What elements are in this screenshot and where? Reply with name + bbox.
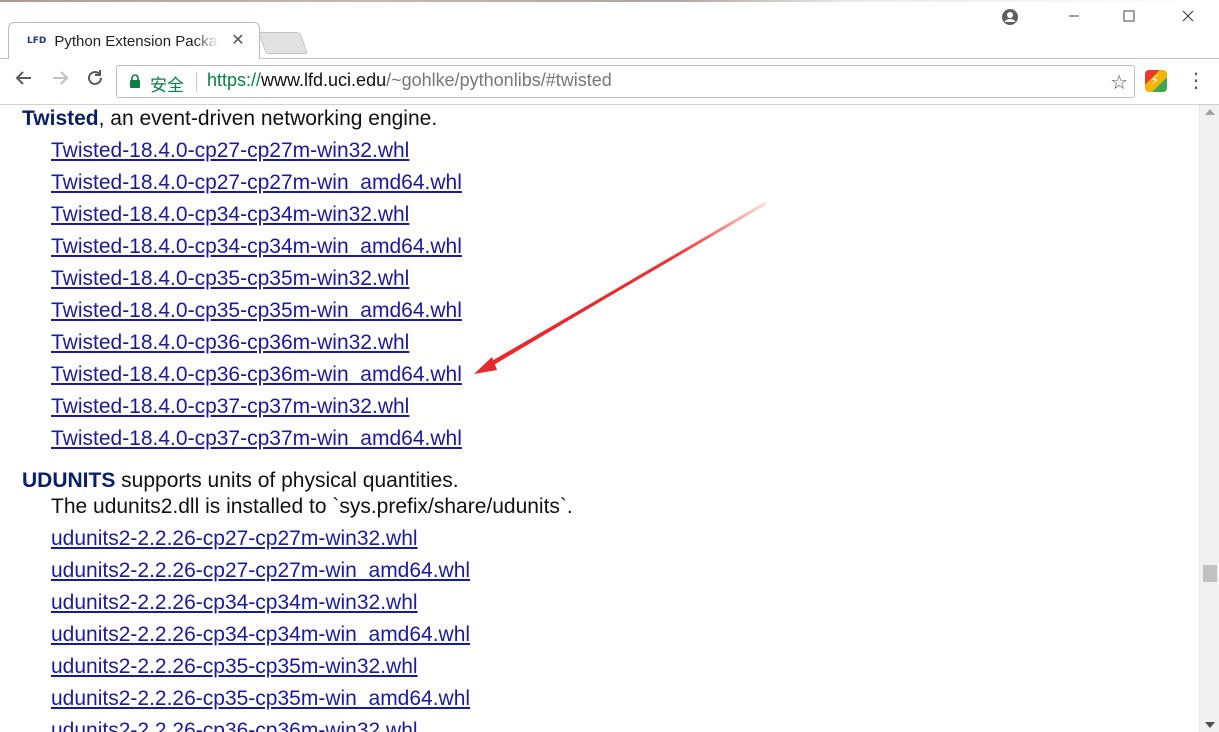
maximize-button[interactable] [1117, 8, 1141, 30]
title-bar: LFD Python Extension Packages ✕ [0, 0, 1219, 60]
wheel-link[interactable]: Twisted-18.4.0-cp37-cp37m-win_amd64.whl [51, 427, 462, 451]
package-heading-twisted: Twisted, an event-driven networking engi… [22, 107, 437, 131]
scroll-up-arrow-icon[interactable] [1205, 109, 1215, 115]
lock-icon [130, 74, 140, 88]
package-name[interactable]: UDUNITS [22, 469, 115, 492]
extension-icon[interactable]: ⚡ [1145, 70, 1167, 92]
package-description: supports units of physical quantities. [115, 469, 459, 492]
wheel-link[interactable]: udunits2-2.2.26-cp35-cp35m-win_amd64.whl [51, 687, 470, 711]
back-arrow-icon[interactable] [11, 68, 37, 94]
reload-icon[interactable] [82, 68, 108, 94]
browser-toolbar: 安全 https://www.lfd.uci.edu/~gohlke/pytho… [0, 59, 1219, 105]
wheel-link[interactable]: udunits2-2.2.26-cp27-cp27m-win32.whl [51, 527, 418, 551]
url-host: www.lfd.uci.edu [261, 70, 387, 90]
kebab-menu-icon[interactable]: ⋮ [1186, 68, 1206, 94]
tab-title: Python Extension Packages [54, 32, 219, 50]
page-viewport: Twisted, an event-driven networking engi… [0, 105, 1199, 732]
new-tab-button[interactable] [257, 32, 309, 54]
wheel-link[interactable]: udunits2-2.2.26-cp34-cp34m-win_amd64.whl [51, 623, 470, 647]
wheel-link[interactable]: Twisted-18.4.0-cp34-cp34m-win_amd64.whl [51, 235, 462, 259]
wheel-link[interactable]: Twisted-18.4.0-cp37-cp37m-win32.whl [51, 395, 409, 419]
profile-icon[interactable] [998, 8, 1022, 30]
vertical-scrollbar[interactable] [1199, 105, 1219, 732]
forward-arrow-icon[interactable] [47, 68, 73, 94]
wheel-link[interactable]: Twisted-18.4.0-cp34-cp34m-win32.whl [51, 203, 409, 227]
wheel-link[interactable]: Twisted-18.4.0-cp27-cp27m-win32.whl [51, 139, 409, 163]
wheel-link[interactable]: udunits2-2.2.26-cp34-cp34m-win32.whl [51, 591, 418, 615]
browser-tab[interactable]: LFD Python Extension Packages ✕ [8, 22, 260, 60]
wheel-link[interactable]: Twisted-18.4.0-cp35-cp35m-win32.whl [51, 267, 409, 291]
minimize-button[interactable] [1062, 8, 1086, 30]
address-bar[interactable]: 安全 https://www.lfd.uci.edu/~gohlke/pytho… [116, 65, 1135, 98]
url-scheme: https:// [207, 70, 262, 90]
wheel-link[interactable]: Twisted-18.4.0-cp27-cp27m-win_amd64.whl [51, 171, 462, 195]
tab-close-icon[interactable]: ✕ [229, 32, 247, 50]
wheel-link[interactable]: Twisted-18.4.0-cp36-cp36m-win32.whl [51, 331, 409, 355]
scroll-thumb[interactable] [1203, 565, 1217, 582]
lfd-favicon-icon: LFD [27, 36, 47, 46]
url-path: /~gohlke/pythonlibs/#twisted [386, 70, 612, 90]
package-name[interactable]: Twisted [22, 107, 99, 130]
wheel-link-highlighted[interactable]: Twisted-18.4.0-cp36-cp36m-win_amd64.whl [51, 363, 462, 387]
wheel-link[interactable]: udunits2-2.2.26-cp35-cp35m-win32.whl [51, 655, 418, 679]
package-note: The udunits2.dll is installed to `sys.pr… [51, 495, 573, 518]
star-icon[interactable]: ☆ [1110, 70, 1128, 95]
window-close-button[interactable] [1176, 8, 1200, 30]
window-top-stripe [0, 0, 1219, 2]
secure-label: 安全 [150, 76, 184, 95]
scroll-down-arrow-icon[interactable] [1205, 722, 1215, 728]
wheel-link[interactable]: Twisted-18.4.0-cp35-cp35m-win_amd64.whl [51, 299, 462, 323]
wheel-link[interactable]: udunits2-2.2.26-cp27-cp27m-win_amd64.whl [51, 559, 470, 583]
url-text[interactable]: https://www.lfd.uci.edu/~gohlke/pythonli… [207, 70, 612, 91]
package-heading-udunits: UDUNITS supports units of physical quant… [22, 469, 459, 493]
package-description: , an event-driven networking engine. [98, 107, 438, 130]
wheel-link[interactable]: udunits2-2.2.26-cp36-cp36m-win32.whl [51, 719, 418, 732]
address-separator [196, 72, 197, 92]
